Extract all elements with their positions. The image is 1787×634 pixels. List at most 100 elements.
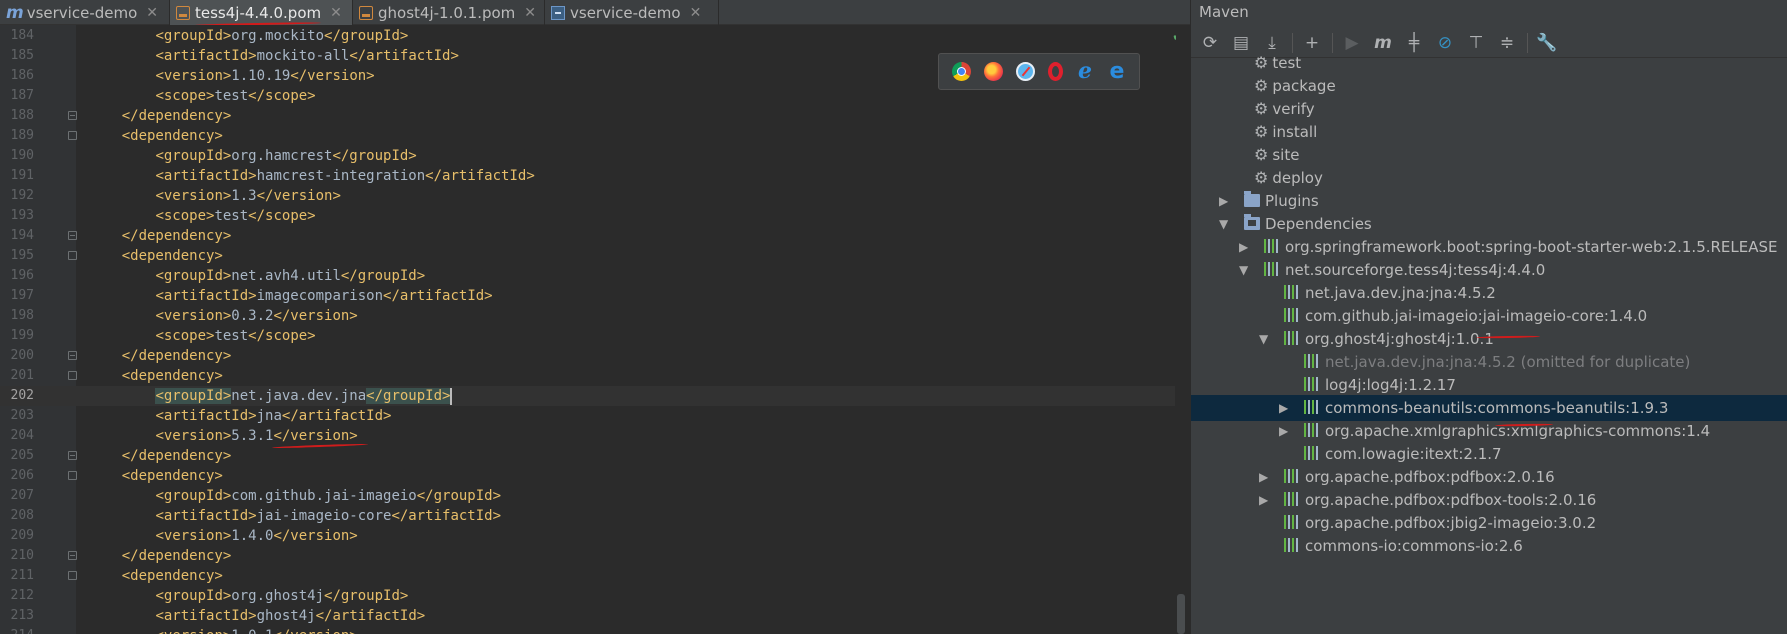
code-line[interactable]: 214 <version>1.0.1</version> [0,626,1175,634]
code-line[interactable]: 188 </dependency> [0,106,1175,126]
tab-vservice-demo[interactable]: m vservice-demo ✕ [0,0,170,25]
code-line[interactable]: 192 <version>1.3</version> [0,186,1175,206]
lifecycle-goal-item[interactable]: ⚙ package [1191,73,1787,99]
code-line[interactable]: 203 <artifactId>jna</artifactId> [0,406,1175,426]
code-line[interactable]: 212 <groupId>org.ghost4j</groupId> [0,586,1175,606]
dependency-item[interactable]: ▶ org.apache.pdfbox:pdfbox-tools:2.0.16 [1191,487,1787,513]
tree-item-content: net.java.dev.jna:jna:4.5.2 (omitted for … [1304,349,1690,375]
tree-item-label: Dependencies [1265,215,1372,233]
fold-toggle-icon[interactable] [68,111,77,120]
fold-toggle-icon[interactable] [68,131,77,140]
code-line[interactable]: 199 <scope>test</scope> [0,326,1175,346]
xml-text-value: mockito-all [256,48,350,64]
code-line[interactable]: 189 <dependency> [0,126,1175,146]
lifecycle-goal-item[interactable]: ⚙ install [1191,119,1787,145]
expand-arrow-right-icon[interactable]: ▶ [1279,418,1288,444]
expand-arrow-right-icon[interactable]: ▶ [1239,234,1248,260]
tab-tess4j-pom[interactable]: tess4j-4.4.0.pom ✕ [170,0,353,25]
expand-arrow-down-icon[interactable]: ▼ [1219,211,1228,237]
safari-icon[interactable] [1015,62,1035,81]
dependency-item[interactable]: log4j:log4j:1.2.17 [1191,372,1787,398]
code-line[interactable]: 193 <scope>test</scope> [0,206,1175,226]
internet-explorer-icon[interactable]: e [1076,60,1095,82]
firefox-icon[interactable] [983,62,1003,81]
library-icon [1284,331,1300,345]
code-line[interactable]: 195 <dependency> [0,246,1175,266]
fold-toggle-icon[interactable] [68,351,77,360]
xml-close-tag: </groupId> [332,148,417,164]
code-line[interactable]: 206 <dependency> [0,466,1175,486]
code-line[interactable]: 201 <dependency> [0,366,1175,386]
fold-toggle-icon[interactable] [68,371,77,380]
code-line[interactable]: 210 </dependency> [0,546,1175,566]
close-icon[interactable]: ✕ [690,5,702,21]
expand-arrow-down-icon[interactable]: ▼ [1239,257,1248,283]
fold-toggle-icon[interactable] [68,571,77,580]
code-line[interactable]: 205 </dependency> [0,446,1175,466]
code-line[interactable]: 190 <groupId>org.hamcrest</groupId> [0,146,1175,166]
tree-item-label: log4j:log4j:1.2.17 [1325,376,1456,394]
line-number: 184 [10,28,34,43]
xml-open-tag: <scope> [155,88,215,104]
code-line[interactable]: 196 <groupId>net.avh4.util</groupId> [0,266,1175,286]
lifecycle-goal-item[interactable]: ⚙ verify [1191,96,1787,122]
expand-arrow-right-icon[interactable]: ▶ [1219,188,1228,214]
code-line[interactable]: 197 <artifactId>imagecomparison</artifac… [0,286,1175,306]
dependency-item[interactable]: com.lowagie:itext:2.1.7 [1191,441,1787,467]
code-line[interactable]: 202 <groupId>net.java.dev.jna</groupId> [0,386,1175,406]
dependency-item[interactable]: ▼ net.sourceforge.tess4j:tess4j:4.4.0 [1191,257,1787,283]
xml-open-tag: <artifactId> [155,288,257,304]
code-line[interactable]: 191 <artifactId>hamcrest-integration</ar… [0,166,1175,186]
code-line[interactable]: 198 <version>0.3.2</version> [0,306,1175,326]
tree-item-content: ⚙ verify [1254,96,1315,122]
code-line[interactable]: 200 </dependency> [0,346,1175,366]
lifecycle-goal-item[interactable]: ⚙ site [1191,142,1787,168]
close-icon[interactable]: ✕ [330,5,342,21]
code-line[interactable]: 207 <groupId>com.github.jai-imageio</gro… [0,486,1175,506]
fold-toggle-icon[interactable] [68,231,77,240]
xml-open-tag: <version> [155,188,232,204]
code-line[interactable]: 208 <artifactId>jai-imageio-core</artifa… [0,506,1175,526]
fold-toggle-icon[interactable] [68,551,77,560]
code-line[interactable]: 211 <dependency> [0,566,1175,586]
dependency-item[interactable]: ▶ commons-beanutils:commons-beanutils:1.9… [1191,395,1787,421]
dependency-item[interactable]: net.java.dev.jna:jna:4.5.2 [1191,280,1787,306]
expand-arrow-down-icon[interactable]: ▼ [1259,326,1268,352]
expand-arrow-right-icon[interactable]: ▶ [1259,464,1268,490]
dependency-item[interactable]: commons-io:commons-io:2.6 [1191,533,1787,559]
dependency-item[interactable]: net.java.dev.jna:jna:4.5.2 (omitted for … [1191,349,1787,375]
fold-toggle-icon[interactable] [68,471,77,480]
editor-scrollbar-thumb[interactable] [1177,594,1185,634]
code-line[interactable]: 184 <groupId>org.mockito</groupId> [0,26,1175,46]
editor-scrollbar[interactable] [1176,25,1188,634]
tree-folder-item[interactable]: ▼ Dependencies [1191,211,1787,237]
code-line[interactable]: 209 <version>1.4.0</version> [0,526,1175,546]
dependency-item[interactable]: ▶ org.springframework.boot:spring-boot-st… [1191,234,1787,260]
tree-item-content: Dependencies [1244,211,1372,237]
dependency-item[interactable]: ▶ org.apache.xmlgraphics:xmlgraphics-comm… [1191,418,1787,444]
close-icon[interactable]: ✕ [524,5,536,21]
lifecycle-goal-item[interactable]: ⚙ test [1191,50,1787,76]
line-number: 209 [10,528,34,543]
dependency-item[interactable]: org.apache.pdfbox:jbig2-imageio:3.0.2 [1191,510,1787,536]
fold-toggle-icon[interactable] [68,251,77,260]
dependency-item[interactable]: com.github.jai-imageio:jai-imageio-core:… [1191,303,1787,329]
tree-folder-item[interactable]: ▶ Plugins [1191,188,1787,214]
code-line[interactable]: 194 </dependency> [0,226,1175,246]
tab-ghost4j-pom[interactable]: ghost4j-1.0.1.pom ✕ [353,0,545,25]
fold-toggle-icon[interactable] [68,451,77,460]
expand-arrow-right-icon[interactable]: ▶ [1259,487,1268,513]
dependency-item[interactable]: ▶ org.apache.pdfbox:pdfbox:2.0.16 [1191,464,1787,490]
dependency-item[interactable]: ▼ org.ghost4j:ghost4j:1.0.1 [1191,326,1787,352]
expand-arrow-right-icon[interactable]: ▶ [1279,395,1288,421]
code-text: </dependency> [88,446,232,466]
edge-icon[interactable]: e [1108,61,1127,83]
chrome-icon[interactable] [951,62,971,81]
close-icon[interactable]: ✕ [146,5,158,21]
code-line[interactable]: 204 <version>5.3.1</version> [0,426,1175,446]
lifecycle-goal-item[interactable]: ⚙ deploy [1191,165,1787,191]
tab-vservice-demo-pom[interactable]: vservice-demo ✕ [545,0,719,25]
opera-icon[interactable] [1047,62,1063,81]
code-editor[interactable]: 184 <groupId>org.mockito</groupId> 185 <a… [0,25,1190,634]
code-line[interactable]: 213 <artifactId>ghost4j</artifactId> [0,606,1175,626]
